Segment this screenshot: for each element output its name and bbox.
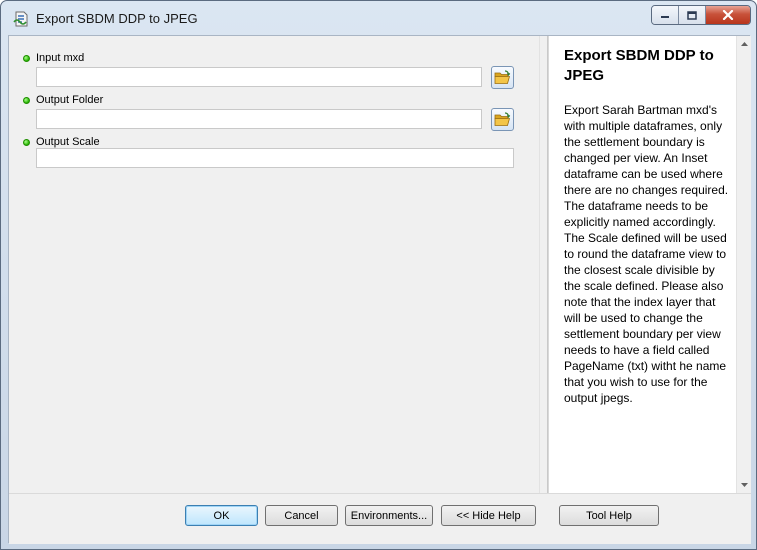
help-title: Export SBDM DDP to JPEG — [564, 47, 714, 84]
maximize-button[interactable] — [679, 6, 706, 24]
help-body-text: Export Sarah Bartman mxd's with multiple… — [564, 103, 729, 405]
title-bar[interactable]: Export SBDM DDP to JPEG — [1, 1, 756, 35]
close-icon — [722, 10, 734, 20]
maximize-icon — [687, 10, 697, 20]
ok-button[interactable]: OK — [185, 505, 258, 526]
dialog-button-bar: OK Cancel Environments... << Hide Help T… — [9, 493, 751, 544]
cancel-button[interactable]: Cancel — [265, 505, 338, 526]
arrow-down-icon — [740, 483, 748, 487]
folder-open-icon — [494, 112, 511, 126]
minimize-button[interactable] — [652, 6, 679, 24]
close-button[interactable] — [706, 6, 750, 24]
parameters-panel: Input mxd Output Folder Output Scale — [9, 36, 539, 493]
param-label-output-scale: Output Scale — [23, 136, 100, 148]
dialog-client-area: Input mxd Output Folder Output Scale Exp… — [8, 35, 751, 544]
parameters-scroll-gutter — [539, 36, 547, 493]
input-mxd-browse-button[interactable] — [491, 66, 514, 89]
script-icon — [13, 10, 29, 28]
input-mxd-field[interactable] — [36, 67, 482, 87]
environments-button[interactable]: Environments... — [345, 505, 433, 526]
param-label-output-folder: Output Folder — [23, 94, 103, 106]
window-controls — [651, 5, 751, 25]
output-scale-field[interactable] — [36, 148, 514, 168]
folder-open-icon — [494, 70, 511, 84]
output-folder-browse-button[interactable] — [491, 108, 514, 131]
arrow-up-icon — [740, 42, 748, 46]
hide-help-button[interactable]: << Hide Help — [441, 505, 536, 526]
dialog-window: Export SBDM DDP to JPEG Input mxd Output… — [0, 0, 757, 550]
minimize-icon — [661, 16, 669, 18]
param-label-input-mxd: Input mxd — [23, 52, 84, 64]
param-output-scale-text: Output Scale — [36, 136, 100, 148]
required-dot-icon — [23, 138, 30, 146]
help-panel: Export SBDM DDP to JPEG Export Sarah Bar… — [550, 36, 736, 493]
help-scrollbar[interactable] — [736, 36, 751, 493]
scroll-down-button[interactable] — [737, 477, 751, 493]
scroll-up-button[interactable] — [737, 36, 751, 52]
required-dot-icon — [23, 96, 30, 104]
param-output-folder-text: Output Folder — [36, 94, 104, 106]
output-folder-field[interactable] — [36, 109, 482, 129]
tool-help-button[interactable]: Tool Help — [559, 505, 659, 526]
param-input-mxd-text: Input mxd — [36, 52, 85, 64]
required-dot-icon — [23, 54, 30, 62]
window-title: Export SBDM DDP to JPEG — [36, 11, 198, 26]
